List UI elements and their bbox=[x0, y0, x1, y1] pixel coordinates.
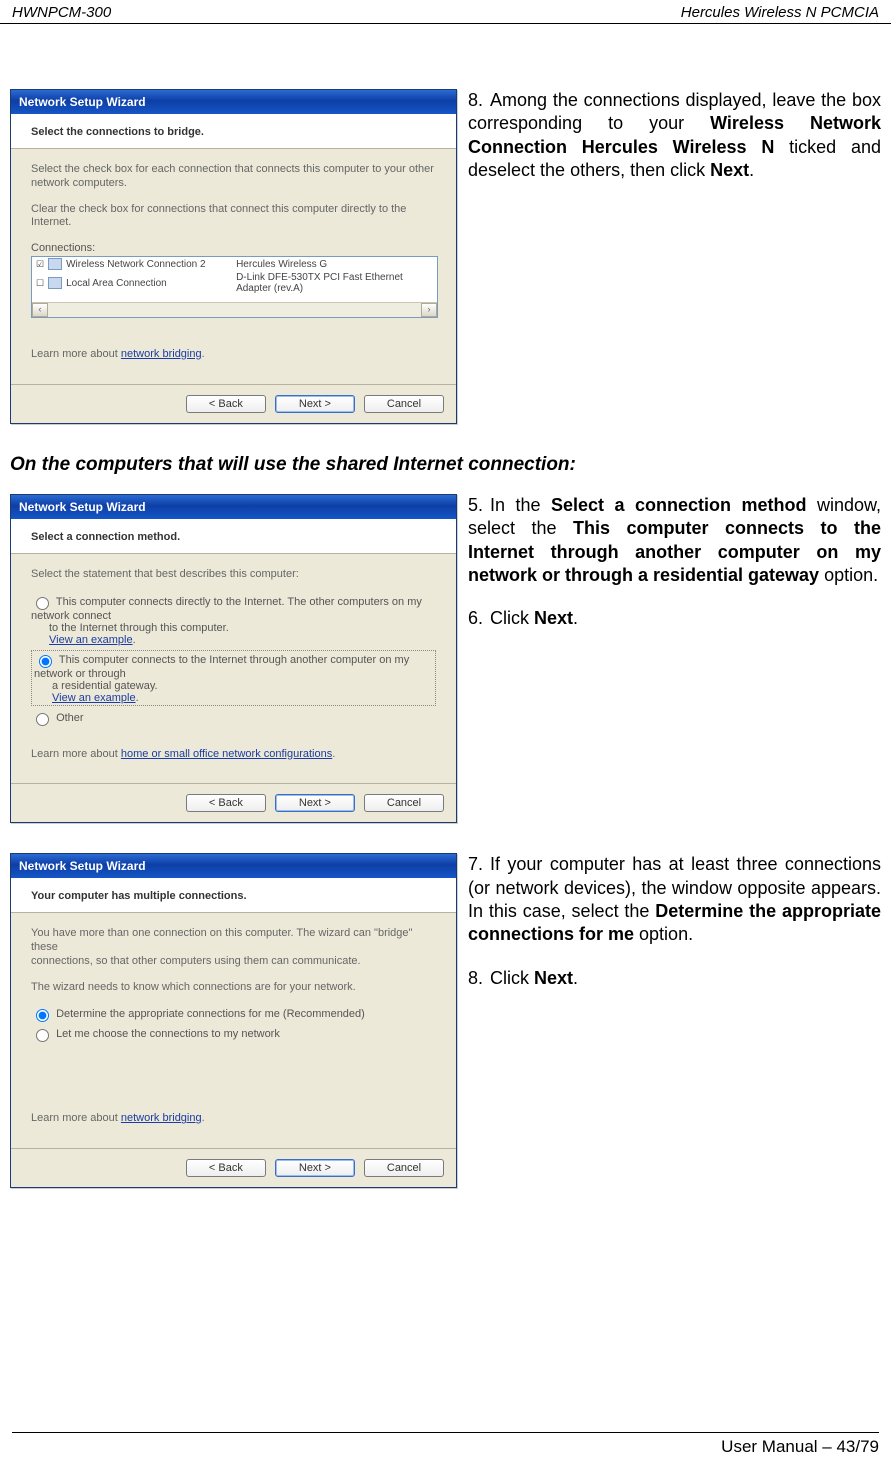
list-item[interactable]: ☐ Local Area Connection D-Link DFE-530TX… bbox=[32, 271, 437, 295]
radio-input[interactable] bbox=[36, 597, 49, 610]
checkbox-unchecked-icon[interactable]: ☐ bbox=[36, 278, 44, 289]
instruction-step: 6.Click Next. bbox=[468, 607, 881, 630]
connections-listbox[interactable]: ☑ Wireless Network Connection 2 Hercules… bbox=[31, 256, 438, 318]
radio-input[interactable] bbox=[36, 1029, 49, 1042]
conn-device: D-Link DFE-530TX PCI Fast Ethernet Adapt… bbox=[236, 272, 433, 294]
scroll-right-icon[interactable]: › bbox=[421, 303, 437, 317]
conn-device: Hercules Wireless G bbox=[236, 259, 433, 270]
network-bridging-link[interactable]: network bridging bbox=[121, 348, 202, 360]
checkbox-checked-icon[interactable]: ☑ bbox=[36, 259, 44, 270]
learn-more-prefix: Learn more about bbox=[31, 1112, 121, 1124]
radio-option-determine[interactable]: Determine the appropriate connections fo… bbox=[31, 1006, 436, 1022]
learn-more-prefix: Learn more about bbox=[31, 748, 121, 760]
scroll-left-icon[interactable]: ‹ bbox=[32, 303, 48, 317]
wizard-title: Network Setup Wizard bbox=[11, 854, 456, 878]
instruction-step: 8.Click Next. bbox=[468, 967, 881, 990]
next-button[interactable]: Next > bbox=[275, 395, 355, 413]
cancel-button[interactable]: Cancel bbox=[364, 1159, 444, 1177]
radio-option-direct[interactable]: This computer connects directly to the I… bbox=[31, 594, 436, 646]
wizard-heading: Select a connection method. bbox=[31, 531, 436, 543]
radio-label-cont: a residential gateway. bbox=[52, 680, 158, 692]
adapter-icon bbox=[48, 258, 62, 270]
radio-input[interactable] bbox=[36, 1009, 49, 1022]
step-text: Click Next. bbox=[490, 968, 578, 988]
network-bridging-link[interactable]: network bridging bbox=[121, 1112, 202, 1124]
instruction-step: 8.Among the connections displayed, leave… bbox=[468, 89, 881, 183]
section-heading: On the computers that will use the share… bbox=[10, 454, 881, 476]
step-text: If your computer has at least three conn… bbox=[468, 854, 881, 944]
radio-label-cont: to the Internet through this computer. bbox=[49, 622, 229, 634]
wizard-title: Network Setup Wizard bbox=[11, 495, 456, 519]
conn-name: Wireless Network Connection 2 bbox=[66, 259, 236, 270]
wizard-title: Network Setup Wizard bbox=[11, 90, 456, 114]
learn-more-prefix: Learn more about bbox=[31, 348, 121, 360]
wizard-instruction: You have more than one connection on thi… bbox=[31, 927, 436, 968]
step-text: Click Next. bbox=[490, 608, 578, 628]
radio-label: This computer connects to the Internet t… bbox=[34, 653, 409, 679]
view-example-link[interactable]: View an example bbox=[49, 634, 133, 646]
radio-label: Other bbox=[56, 711, 84, 723]
network-config-link[interactable]: home or small office network configurati… bbox=[121, 748, 332, 760]
header-left: HWNPCM-300 bbox=[12, 4, 111, 21]
wizard-multiple-connections: Network Setup Wizard Your computer has m… bbox=[10, 853, 457, 1188]
step-text: In the Select a connection method window… bbox=[468, 495, 881, 585]
step-text: Among the connections displayed, leave t… bbox=[468, 90, 881, 180]
header-right: Hercules Wireless N PCMCIA bbox=[681, 4, 879, 21]
radio-label: Let me choose the connections to my netw… bbox=[56, 1028, 280, 1040]
connections-label: Connections: bbox=[31, 242, 436, 254]
conn-name: Local Area Connection bbox=[66, 278, 236, 289]
instruction-step: 5.In the Select a connection method wind… bbox=[468, 494, 881, 588]
back-button[interactable]: < Back bbox=[186, 794, 266, 812]
adapter-icon bbox=[48, 277, 62, 289]
back-button[interactable]: < Back bbox=[186, 395, 266, 413]
next-button[interactable]: Next > bbox=[275, 1159, 355, 1177]
radio-input[interactable] bbox=[39, 655, 52, 668]
wizard-heading: Select the connections to bridge. bbox=[31, 126, 436, 138]
radio-input[interactable] bbox=[36, 713, 49, 726]
wizard-select-connection-method: Network Setup Wizard Select a connection… bbox=[10, 494, 457, 824]
back-button[interactable]: < Back bbox=[186, 1159, 266, 1177]
wizard-instruction: The wizard needs to know which connectio… bbox=[31, 981, 436, 995]
radio-option-gateway[interactable]: This computer connects to the Internet t… bbox=[31, 650, 436, 706]
wizard-instruction: Clear the check box for connections that… bbox=[31, 203, 436, 231]
wizard-heading: Your computer has multiple connections. bbox=[31, 890, 436, 902]
next-button[interactable]: Next > bbox=[275, 794, 355, 812]
radio-label: Determine the appropriate connections fo… bbox=[56, 1008, 365, 1020]
radio-option-other[interactable]: Other bbox=[31, 710, 436, 726]
instruction-step: 7.If your computer has at least three co… bbox=[468, 853, 881, 947]
page-footer: User Manual – 43/79 bbox=[12, 1432, 879, 1457]
cancel-button[interactable]: Cancel bbox=[364, 395, 444, 413]
cancel-button[interactable]: Cancel bbox=[364, 794, 444, 812]
wizard-bridge-connections: Network Setup Wizard Select the connecti… bbox=[10, 89, 457, 424]
list-item[interactable]: ☑ Wireless Network Connection 2 Hercules… bbox=[32, 257, 437, 271]
view-example-link[interactable]: View an example bbox=[52, 692, 136, 704]
page-header: HWNPCM-300 Hercules Wireless N PCMCIA bbox=[0, 0, 891, 24]
radio-option-choose[interactable]: Let me choose the connections to my netw… bbox=[31, 1026, 436, 1042]
wizard-instruction: Select the check box for each connection… bbox=[31, 163, 436, 191]
radio-label: This computer connects directly to the I… bbox=[31, 595, 422, 621]
wizard-instruction: Select the statement that best describes… bbox=[31, 568, 436, 582]
scrollbar[interactable]: ‹ › bbox=[32, 302, 437, 317]
